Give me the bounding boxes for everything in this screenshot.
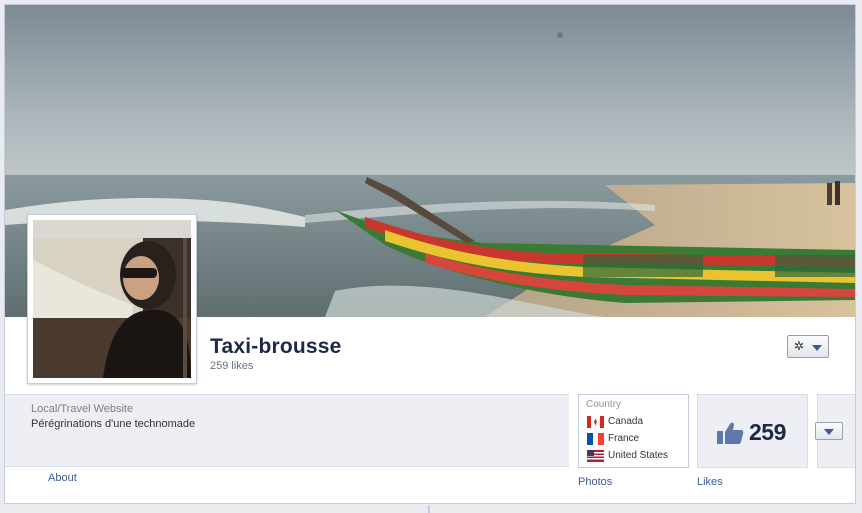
likes-link[interactable]: Likes [697,476,723,488]
about-link[interactable]: About [48,472,77,484]
country-name: Canada [608,416,644,427]
chevron-down-icon [812,345,822,351]
canada-flag-icon [587,416,604,428]
country-header: Country [586,399,622,410]
country-stats-box[interactable]: Country Canada France United States [578,394,689,468]
more-box [815,394,855,468]
gear-icon: ✲ [794,339,805,353]
country-name: United States [608,450,669,461]
likes-box[interactable]: 259 [697,394,808,468]
thumbs-up-icon [717,422,744,444]
page-description: Pérégrinations d'une technomade [31,418,196,430]
profile-photo [33,220,191,378]
chevron-down-icon [824,429,834,435]
page-header: Taxi-brousse 259 likes ✲ Local/Travel We… [4,4,856,504]
more-apps-dropdown-button[interactable] [815,422,843,440]
timeline-divider [428,505,430,513]
page-title[interactable]: Taxi-brousse [210,335,342,359]
profile-picture[interactable] [27,214,197,384]
us-flag-icon [587,450,604,462]
page-category[interactable]: Local/Travel Website [31,403,133,415]
country-name: France [608,433,640,444]
likes-box-count: 259 [749,419,786,445]
photos-link[interactable]: Photos [578,476,612,488]
france-flag-icon [587,433,604,445]
likes-count-text: 259 likes [210,360,254,372]
page-info-band: Local/Travel Website Pérégrinations d'un… [5,394,569,467]
settings-dropdown-button[interactable]: ✲ [787,335,829,358]
